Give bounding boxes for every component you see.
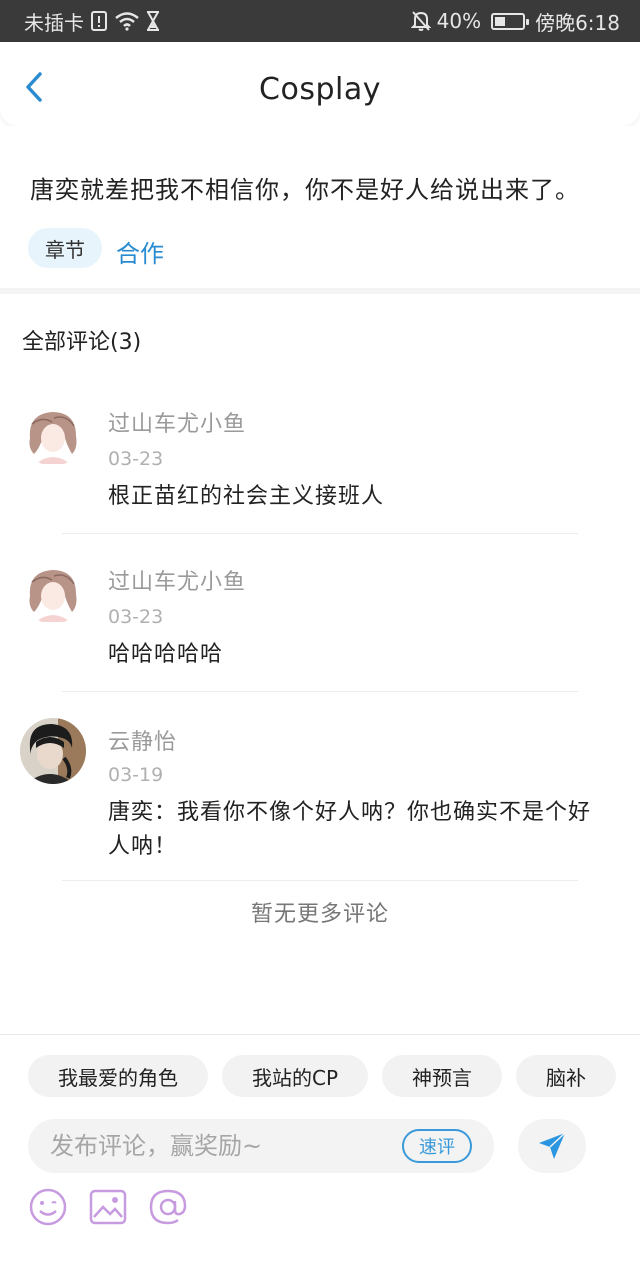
comments-header: 全部评论(3) [22, 330, 142, 355]
chapter-link[interactable]: 合作 [116, 234, 164, 269]
sim-alert-icon [90, 11, 108, 31]
divider [62, 691, 578, 692]
app-header: Cosplay [0, 42, 640, 126]
comment-input[interactable] [50, 1119, 390, 1173]
quick-comment-button[interactable]: 速评 [402, 1129, 472, 1163]
post-text: 唐奕就差把我不相信你，你不是好人给说出来了。 [30, 176, 580, 204]
battery-percent: 40% [436, 9, 482, 33]
carrier-label: 未插卡 [24, 10, 84, 35]
battery-icon [491, 12, 530, 30]
quick-tag[interactable]: 神预言 [382, 1055, 503, 1097]
emoji-icon[interactable] [28, 1187, 68, 1227]
avatar[interactable] [22, 562, 84, 624]
page-title: Cosplay [259, 72, 381, 107]
comment-author[interactable]: 过山车尤小鱼 [108, 406, 246, 438]
comment-composer: 我最爱的角色我站的CP 神预言脑补 速评 [0, 1034, 640, 1280]
mute-bell-icon [410, 10, 431, 32]
comment-text: 哈哈哈哈哈 [108, 642, 224, 667]
no-more-comments: 暂无更多评论 [250, 902, 389, 927]
clock: 傍晚6:18 [535, 10, 620, 35]
comment-date: 03-23 [108, 606, 164, 628]
quick-tags: 我最爱的角色 我站的CP 神预言 脑补 [28, 1055, 640, 1097]
send-icon [539, 1132, 566, 1159]
wifi-icon [114, 11, 140, 31]
status-bar: 未插卡 40% 傍晚6:18 [0, 0, 640, 42]
divider [62, 533, 578, 534]
hourglass-icon [146, 11, 160, 31]
comment-input-wrap: 速评 [28, 1119, 494, 1173]
image-icon[interactable] [88, 1187, 128, 1227]
comment-date: 03-23 [108, 448, 164, 470]
comment-date: 03-19 [108, 764, 164, 786]
comment-text: 唐奕：我看你不像个好人呐？你也确实不是个好人呐！ [108, 800, 592, 859]
post-card: 唐奕就差把我不相信你，你不是好人给说出来了。 章节 合作 [0, 126, 640, 294]
send-button[interactable] [518, 1119, 586, 1173]
comment-author[interactable]: 云静怡 [108, 724, 177, 756]
comment-text: 根正苗红的社会主义接班人 [108, 484, 385, 509]
composer-tools [28, 1187, 188, 1227]
quick-tag[interactable]: 我最爱的角色 [28, 1055, 208, 1097]
comment-author[interactable]: 过山车尤小鱼 [108, 564, 246, 596]
quick-tag[interactable]: 脑补 [516, 1055, 617, 1097]
divider [62, 880, 578, 881]
avatar[interactable] [20, 718, 86, 784]
at-icon[interactable] [148, 1187, 188, 1227]
quick-tag[interactable]: 我站的CP [222, 1055, 369, 1097]
chapter-tag: 章节 [28, 228, 102, 268]
avatar[interactable] [22, 404, 84, 466]
